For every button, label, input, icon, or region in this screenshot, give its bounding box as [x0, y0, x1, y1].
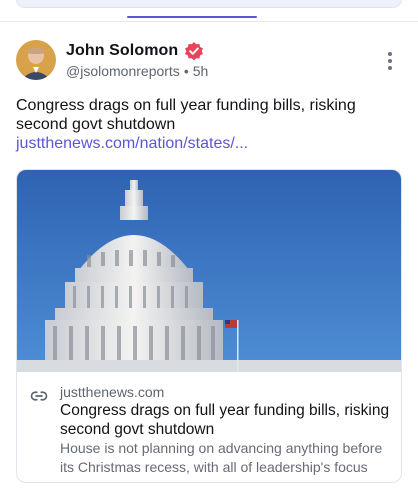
post-link[interactable]: justthenews.com/nation/states/...: [16, 135, 248, 152]
post: John Solomon @jsolomonreports • 5h Congres…: [0, 23, 418, 500]
more-vertical-icon[interactable]: [378, 49, 402, 73]
post-time: 5h: [192, 63, 209, 79]
card-domain: justthenews.com: [60, 384, 165, 400]
link-preview-card[interactable]: justthenews.com Congress drags on full y…: [16, 169, 402, 483]
author-handle[interactable]: @jsolomonreports: [66, 63, 180, 79]
active-tab-indicator: [127, 16, 257, 18]
separator: •: [183, 63, 189, 79]
avatar[interactable]: [16, 40, 56, 80]
card-title[interactable]: Congress drags on full year funding bill…: [60, 401, 390, 439]
capitol-image: [17, 170, 401, 372]
link-icon: [30, 387, 48, 405]
card-body: justthenews.com Congress drags on full y…: [17, 372, 401, 482]
post-text: Congress drags on full year funding bill…: [16, 96, 396, 153]
post-body: Congress drags on full year funding bill…: [16, 97, 356, 133]
card-description: House is not planning on advancing anyth…: [60, 440, 383, 475]
handle-row: @jsolomonreports • 5h: [66, 63, 208, 79]
verified-badge-icon: [184, 41, 204, 61]
top-tab-strip: [0, 0, 418, 22]
top-tab-pill[interactable]: [16, 0, 402, 8]
author-name[interactable]: John Solomon: [66, 42, 178, 60]
